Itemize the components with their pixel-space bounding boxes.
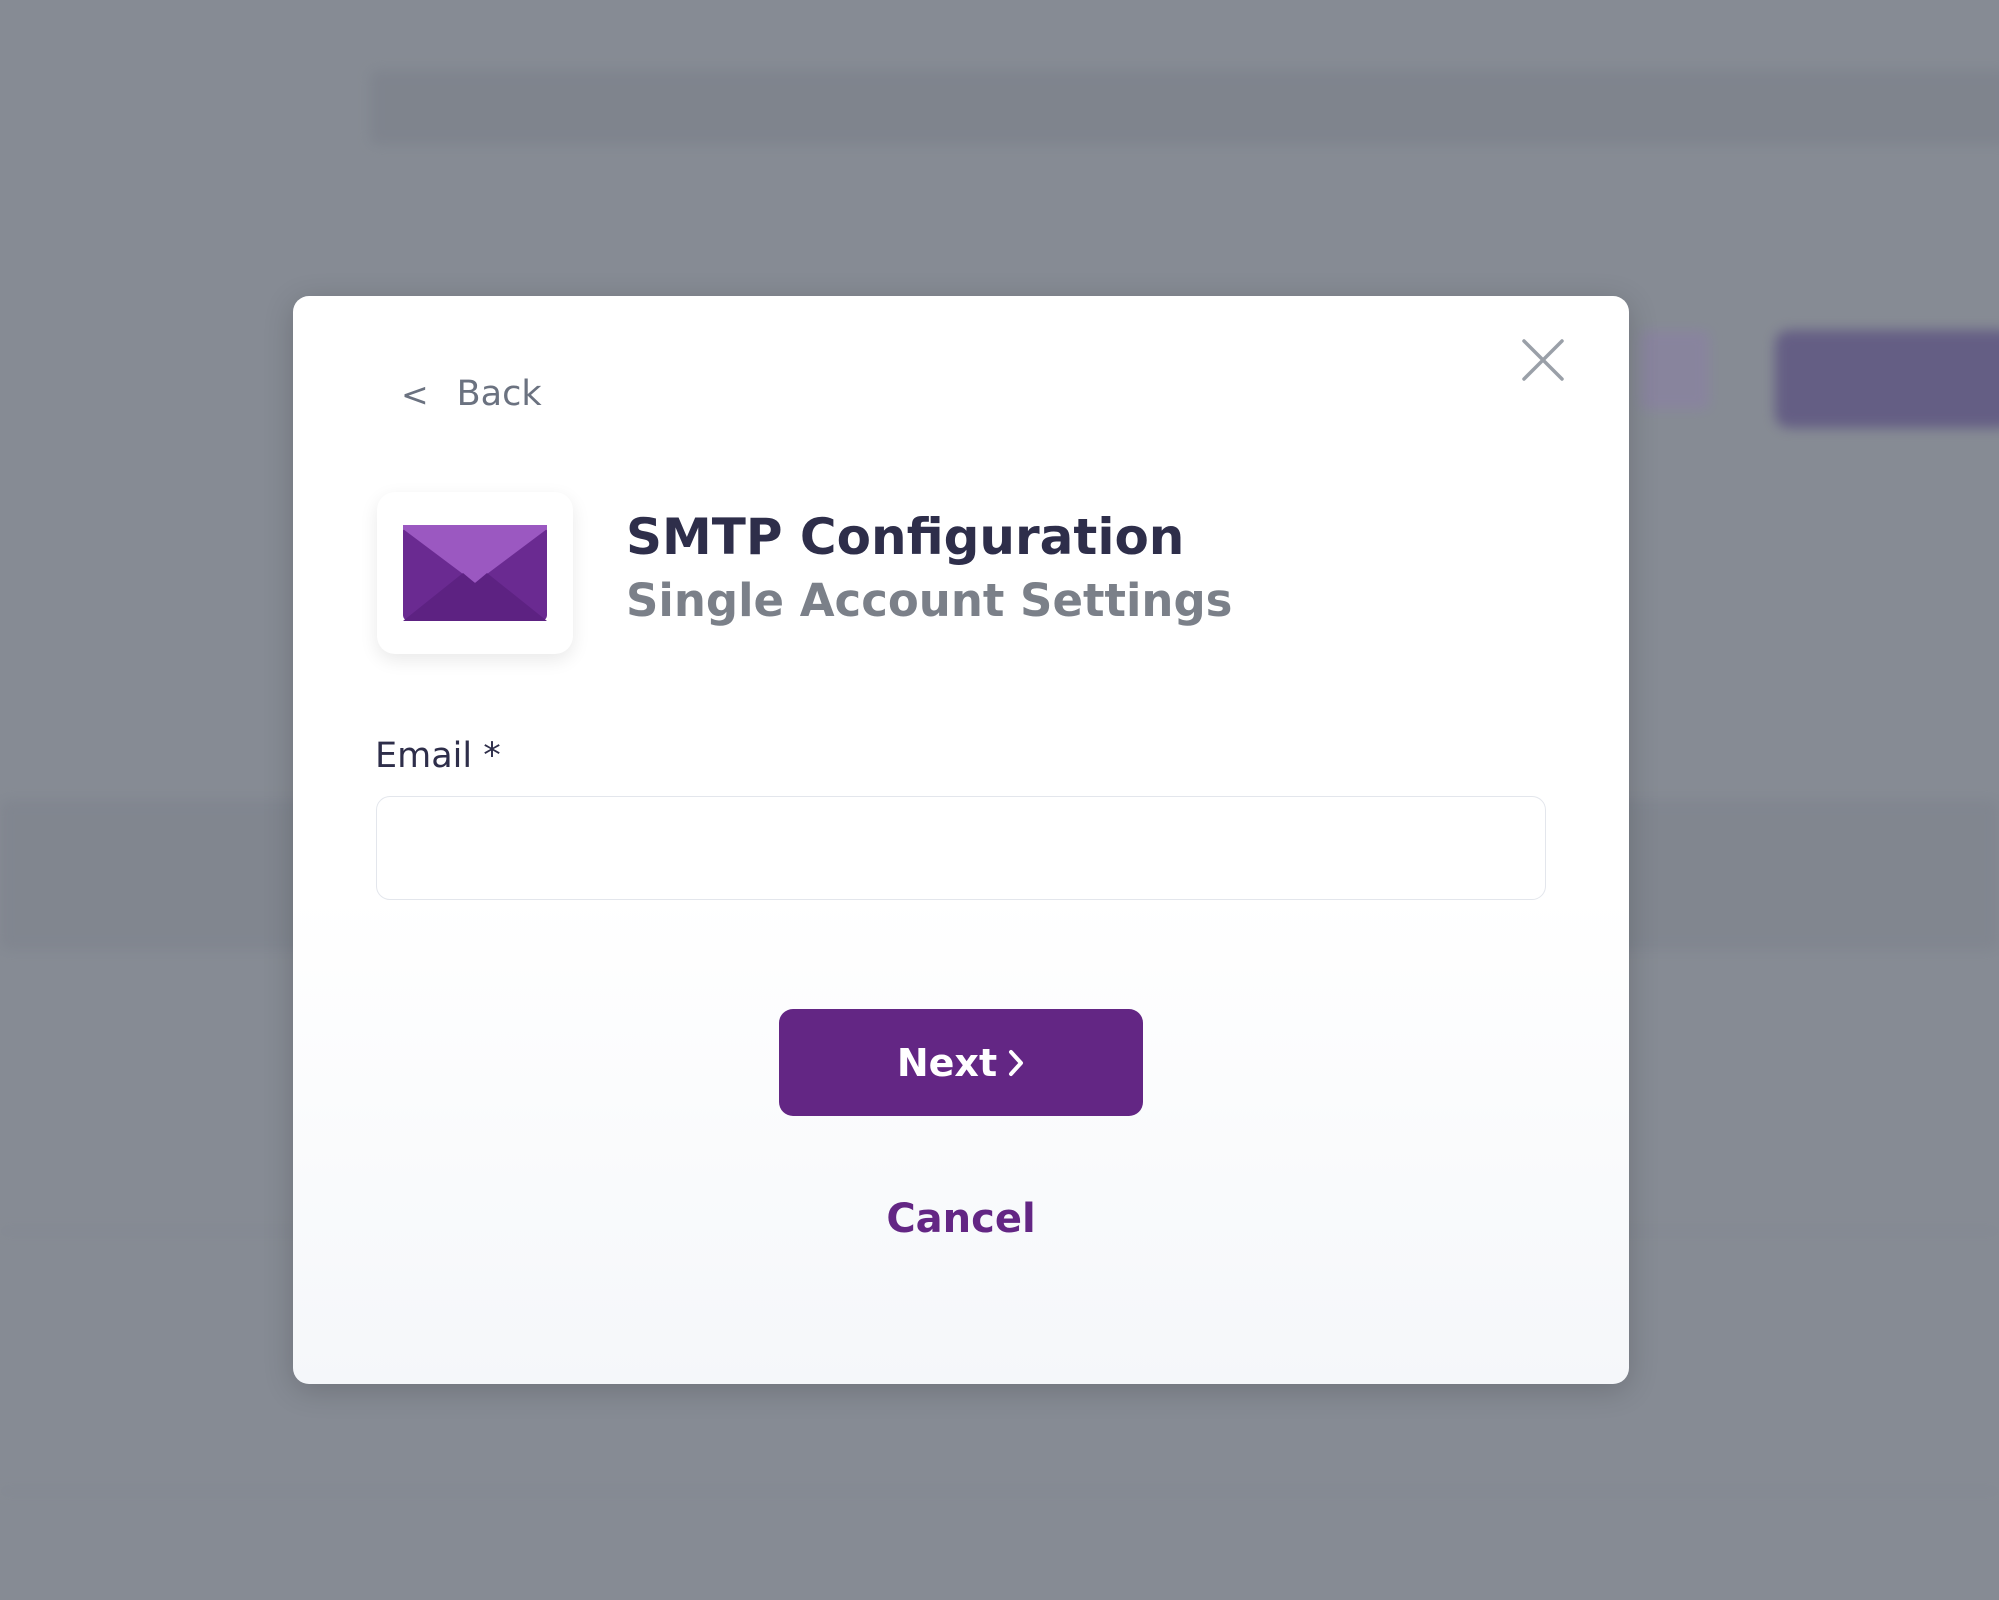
- background-primary-button: [1775, 330, 1999, 428]
- back-label: Back: [456, 374, 542, 414]
- dialog-subtitle: Single Account Settings: [626, 574, 1233, 627]
- background-banner: [370, 70, 1999, 145]
- background-secondary-button: [1640, 330, 1710, 410]
- background-divider: [0, 1490, 1999, 1492]
- email-label: Email *: [375, 736, 501, 776]
- back-button[interactable]: < Back: [401, 374, 542, 414]
- envelope-icon: [403, 525, 547, 621]
- next-label: Next: [896, 1040, 998, 1085]
- dialog-title: SMTP Configuration: [626, 508, 1185, 566]
- close-button[interactable]: [1521, 338, 1565, 382]
- chevron-left-icon: <: [401, 374, 429, 414]
- next-button[interactable]: Next: [779, 1009, 1143, 1116]
- smtp-configuration-dialog: < Back SMTP Configuration Single Account…: [293, 296, 1629, 1384]
- smtp-logo: [377, 492, 573, 654]
- cancel-button[interactable]: Cancel: [293, 1196, 1629, 1242]
- email-field[interactable]: [376, 796, 1546, 900]
- chevron-right-icon: [1009, 1049, 1024, 1076]
- close-icon: [1522, 339, 1564, 381]
